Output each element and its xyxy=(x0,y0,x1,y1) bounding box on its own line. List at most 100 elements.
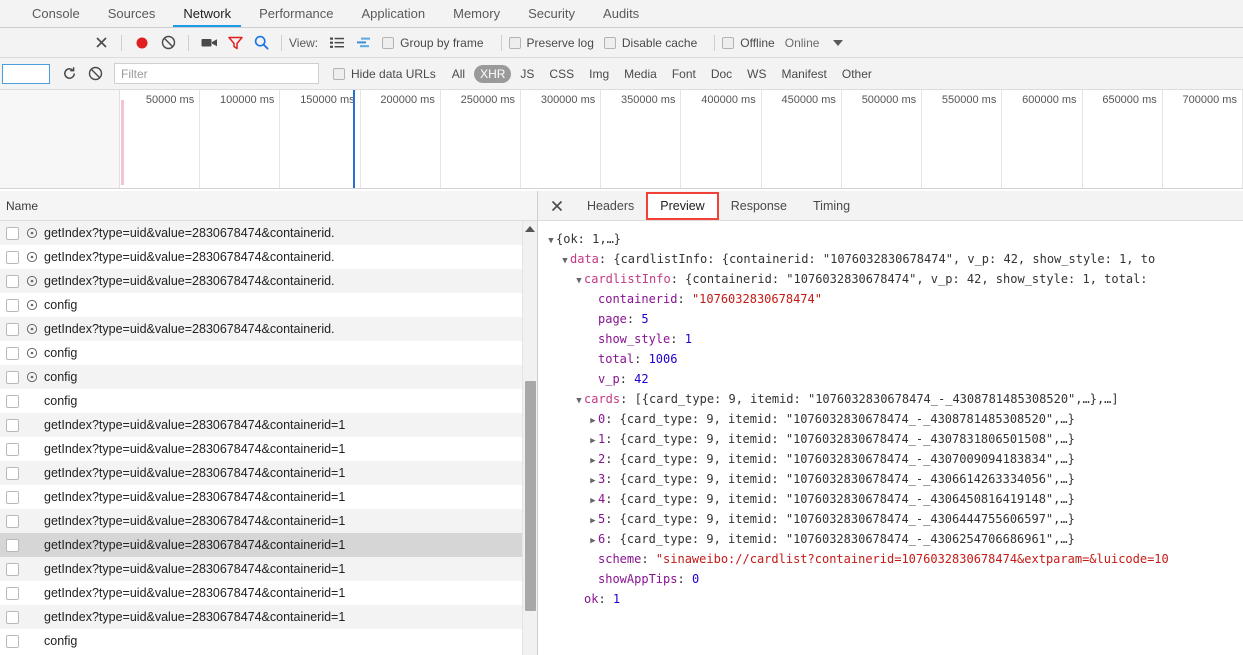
row-checkbox[interactable] xyxy=(6,322,19,336)
row-checkbox[interactable] xyxy=(6,562,19,576)
filter-type-ws[interactable]: WS xyxy=(741,65,772,83)
reload-icon[interactable] xyxy=(56,61,82,87)
table-row[interactable]: getIndex?type=uid&value=2830678474&conta… xyxy=(0,605,537,629)
json-preview-viewer[interactable]: {ok: 1,…} data: {cardlistInfo: {container… xyxy=(538,221,1243,655)
hide-data-urls-checkbox[interactable]: Hide data URLs xyxy=(333,67,436,81)
table-row[interactable]: getIndex?type=uid&value=2830678474&conta… xyxy=(0,533,537,557)
record-icon[interactable] xyxy=(129,30,155,56)
row-checkbox[interactable] xyxy=(6,490,19,504)
offline-checkbox[interactable]: Offline xyxy=(722,36,775,50)
table-row[interactable]: getIndex?type=uid&value=2830678474&conta… xyxy=(0,245,537,269)
filter-icon[interactable] xyxy=(222,30,248,56)
disclosure-triangle-closed-icon[interactable] xyxy=(588,471,598,491)
preserve-log-checkbox[interactable]: Preserve log xyxy=(508,36,594,50)
filter-type-doc[interactable]: Doc xyxy=(705,65,738,83)
table-row[interactable]: getIndex?type=uid&value=2830678474&conta… xyxy=(0,461,537,485)
tab-response[interactable]: Response xyxy=(718,193,800,219)
network-overview[interactable]: 50000 ms 100000 ms 150000 ms 200000 ms 25000… xyxy=(0,90,1243,189)
search-icon[interactable] xyxy=(248,30,274,56)
disclosure-triangle-closed-icon[interactable] xyxy=(588,451,598,471)
disclosure-triangle-open-icon[interactable] xyxy=(574,271,584,291)
address-input[interactable] xyxy=(2,63,50,84)
table-row[interactable]: config xyxy=(0,293,537,317)
column-header-name[interactable]: Name xyxy=(6,199,38,213)
filter-type-media[interactable]: Media xyxy=(618,65,663,83)
disable-cache-checkbox[interactable]: Disable cache xyxy=(603,36,697,50)
row-checkbox[interactable] xyxy=(6,586,19,600)
row-checkbox[interactable] xyxy=(6,514,19,528)
panel-tab-network[interactable]: Network xyxy=(169,0,245,27)
row-checkbox[interactable] xyxy=(6,226,19,240)
disclosure-triangle-open-icon[interactable] xyxy=(574,391,584,411)
row-checkbox[interactable] xyxy=(6,250,19,264)
disclosure-triangle-closed-icon[interactable] xyxy=(588,411,598,431)
panel-tab-sources[interactable]: Sources xyxy=(94,0,170,27)
row-checkbox[interactable] xyxy=(6,298,19,312)
row-checkbox[interactable] xyxy=(6,610,19,624)
filter-input[interactable] xyxy=(114,63,319,84)
overview-playhead[interactable] xyxy=(353,90,355,188)
disclosure-triangle-closed-icon[interactable] xyxy=(588,491,598,511)
row-checkbox[interactable] xyxy=(6,418,19,432)
list-view-icon[interactable] xyxy=(324,30,350,56)
row-checkbox[interactable] xyxy=(6,394,19,408)
request-name: config xyxy=(44,370,78,384)
table-row[interactable]: getIndex?type=uid&value=2830678474&conta… xyxy=(0,509,537,533)
throttling-value[interactable]: Online xyxy=(785,36,820,50)
scrollbar-thumb[interactable] xyxy=(525,381,536,611)
filter-type-all[interactable]: All xyxy=(446,65,471,83)
panel-tab-memory[interactable]: Memory xyxy=(439,0,514,27)
filter-type-css[interactable]: CSS xyxy=(543,65,580,83)
request-list-scrollbar[interactable] xyxy=(522,221,537,655)
table-row[interactable]: config xyxy=(0,389,537,413)
camera-icon[interactable] xyxy=(196,30,222,56)
table-row[interactable]: config xyxy=(0,365,537,389)
row-checkbox[interactable] xyxy=(6,442,19,456)
disclosure-triangle-closed-icon[interactable] xyxy=(588,511,598,531)
tab-timing[interactable]: Timing xyxy=(800,193,863,219)
chevron-down-icon[interactable] xyxy=(833,39,844,46)
table-row[interactable]: getIndex?type=uid&value=2830678474&conta… xyxy=(0,269,537,293)
row-checkbox[interactable] xyxy=(6,466,19,480)
tab-preview[interactable]: Preview xyxy=(646,191,719,220)
filter-type-font[interactable]: Font xyxy=(666,65,702,83)
disclosure-triangle-open-icon[interactable] xyxy=(546,231,556,251)
table-row[interactable]: getIndex?type=uid&value=2830678474&conta… xyxy=(0,317,537,341)
table-row[interactable]: getIndex?type=uid&value=2830678474&conta… xyxy=(0,581,537,605)
clear-icon[interactable] xyxy=(155,30,181,56)
disclosure-triangle-closed-icon[interactable] xyxy=(588,431,598,451)
row-checkbox[interactable] xyxy=(6,346,19,360)
row-checkbox[interactable] xyxy=(6,634,19,648)
panel-tab-audits[interactable]: Audits xyxy=(589,0,653,27)
table-row[interactable]: getIndex?type=uid&value=2830678474&conta… xyxy=(0,437,537,461)
filter-type-img[interactable]: Img xyxy=(583,65,615,83)
filter-type-js[interactable]: JS xyxy=(514,65,540,83)
waterfall-view-icon[interactable] xyxy=(350,30,376,56)
panel-tab-console[interactable]: Console xyxy=(18,0,94,27)
disclosure-triangle-open-icon[interactable] xyxy=(560,251,570,271)
table-row[interactable]: config xyxy=(0,341,537,365)
panel-tab-application[interactable]: Application xyxy=(348,0,440,27)
table-row[interactable]: getIndex?type=uid&value=2830678474&conta… xyxy=(0,557,537,581)
filter-type-other[interactable]: Other xyxy=(836,65,878,83)
scroll-up-arrow-icon[interactable] xyxy=(523,221,537,237)
row-checkbox[interactable] xyxy=(6,274,19,288)
filter-type-xhr[interactable]: XHR xyxy=(474,64,512,83)
panel-tab-performance[interactable]: Performance xyxy=(245,0,347,27)
request-list-body[interactable]: getIndex?type=uid&value=2830678474&conta… xyxy=(0,221,537,655)
table-row[interactable]: config xyxy=(0,629,537,653)
clear-filter-icon[interactable] xyxy=(82,61,108,87)
filter-type-manifest[interactable]: Manifest xyxy=(776,65,833,83)
close-icon[interactable] xyxy=(88,30,114,56)
overview-timeline-track[interactable]: 50000 ms 100000 ms 150000 ms 200000 ms 25000… xyxy=(120,90,1243,188)
table-row[interactable]: getIndex?type=uid&value=2830678474&conta… xyxy=(0,221,537,245)
group-by-frame-checkbox[interactable]: Group by frame xyxy=(382,36,484,50)
disclosure-triangle-closed-icon[interactable] xyxy=(588,531,598,551)
row-checkbox[interactable] xyxy=(6,538,19,552)
table-row[interactable]: getIndex?type=uid&value=2830678474&conta… xyxy=(0,413,537,437)
tab-headers[interactable]: Headers xyxy=(574,193,647,219)
table-row[interactable]: getIndex?type=uid&value=2830678474&conta… xyxy=(0,485,537,509)
row-checkbox[interactable] xyxy=(6,370,19,384)
panel-tab-security[interactable]: Security xyxy=(514,0,589,27)
detail-close-icon[interactable] xyxy=(546,195,568,217)
